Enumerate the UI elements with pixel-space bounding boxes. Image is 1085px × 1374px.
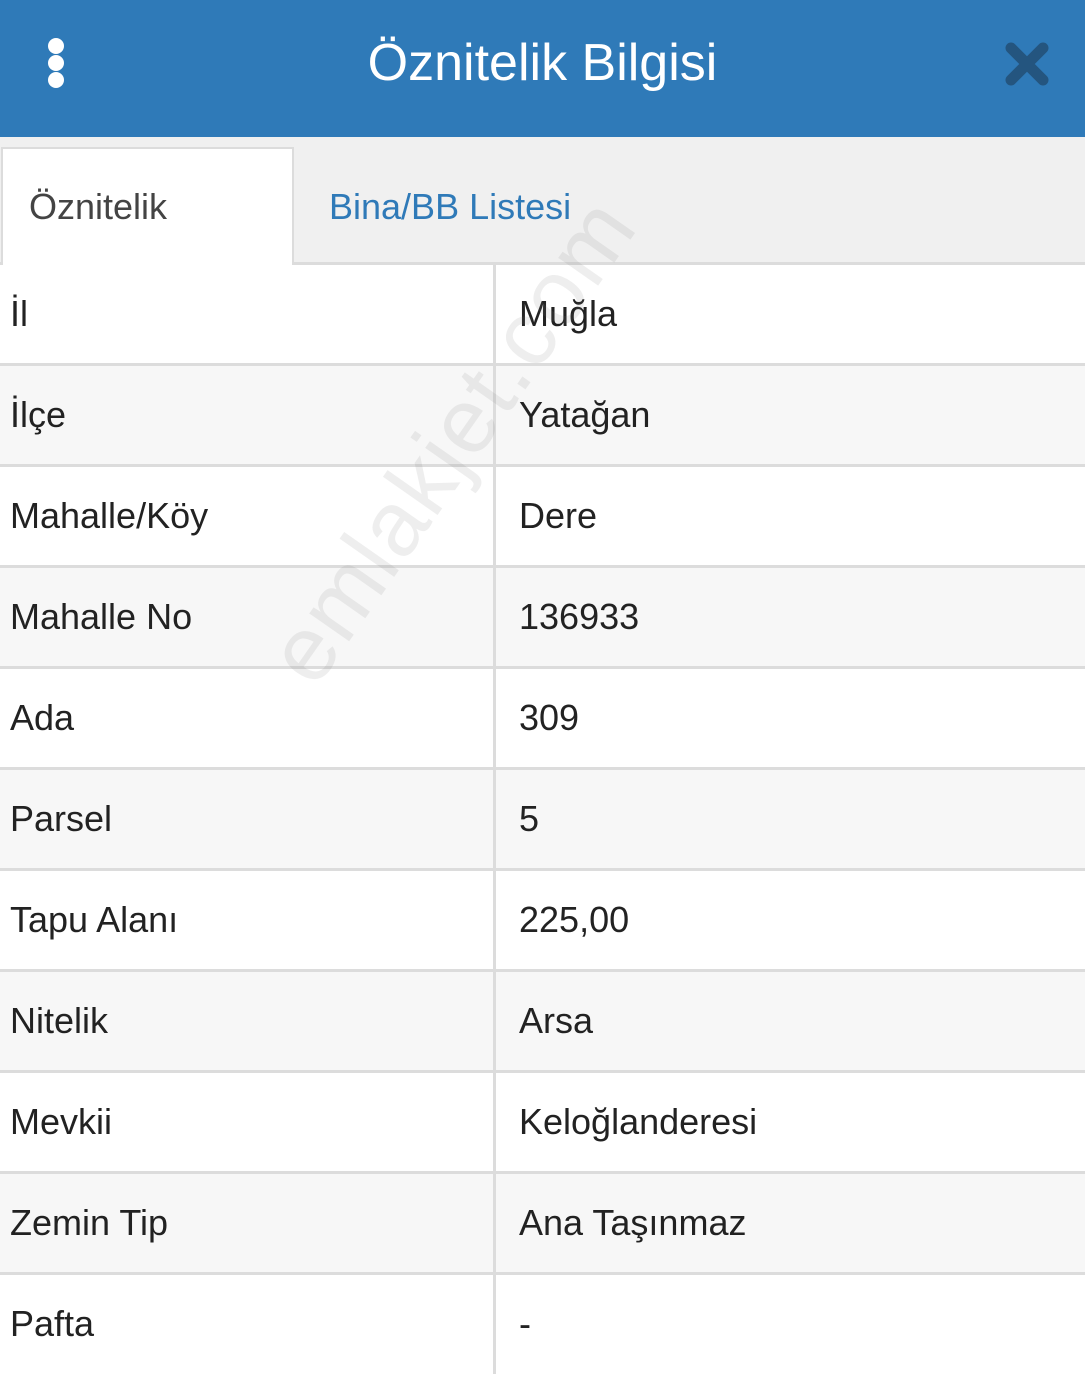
column-divider: [493, 366, 496, 467]
close-icon[interactable]: [1003, 40, 1051, 88]
table-row: Parsel 5: [0, 770, 1085, 871]
row-value: -: [519, 1303, 531, 1344]
table-row: Mahalle No 136933: [0, 568, 1085, 669]
table-row: İl Muğla: [0, 265, 1085, 366]
row-label: Nitelik: [10, 1000, 109, 1041]
row-label: İlçe: [10, 394, 67, 435]
row-label: Pafta: [10, 1303, 95, 1344]
column-divider: [493, 770, 496, 871]
column-divider: [493, 1073, 496, 1174]
column-divider: [493, 568, 496, 669]
tab-oznitelik-bilgisi[interactable]: Öznitelik Bilgisi: [1, 147, 294, 343]
column-divider: [493, 1275, 496, 1374]
column-divider: [493, 871, 496, 972]
row-value: Ana Taşınmaz: [519, 1202, 747, 1243]
row-label: Ada: [10, 697, 75, 738]
row-label: Tapu Alanı: [10, 899, 179, 940]
column-divider: [493, 467, 496, 568]
table-row: Ada 309: [0, 669, 1085, 770]
row-label: Parsel: [10, 798, 113, 839]
row-value: Arsa: [519, 1000, 594, 1041]
row-label: Zemin Tip: [10, 1202, 169, 1243]
tab-bina-bb-listesi[interactable]: Bina/BB Listesi: [303, 149, 597, 265]
row-label: Mevkii: [10, 1101, 113, 1142]
row-value: 309: [519, 697, 580, 738]
attribute-table: İl Muğla İlçe Yatağan Mahalle/Köy Dere M…: [0, 265, 1085, 1374]
column-divider: [493, 669, 496, 770]
column-divider: [493, 972, 496, 1073]
row-value: 225,00: [519, 899, 630, 940]
row-label: Mahalle No: [10, 596, 193, 637]
table-row: Tapu Alanı 225,00: [0, 871, 1085, 972]
row-value: Dere: [519, 495, 598, 536]
row-value: Yatağan: [519, 394, 651, 435]
column-divider: [493, 1174, 496, 1275]
table-row: Mevkii Keloğlanderesi: [0, 1073, 1085, 1174]
row-label: Mahalle/Köy: [10, 495, 209, 536]
table-row: Zemin Tip Ana Taşınmaz: [0, 1174, 1085, 1275]
tab-bar: Öznitelik Bilgisi Bina/BB Listesi: [0, 137, 1085, 343]
app-header: Öznitelik Bilgisi: [0, 0, 1085, 137]
row-value: Muğla: [519, 293, 618, 334]
row-value: 5: [519, 798, 540, 839]
table-row: İlçe Yatağan: [0, 366, 1085, 467]
row-label: İl: [10, 293, 28, 334]
column-divider: [493, 265, 496, 366]
page-title: Öznitelik Bilgisi: [367, 34, 718, 92]
row-value: Keloğlanderesi: [519, 1101, 758, 1142]
row-value: 136933: [519, 596, 640, 637]
table-row: Nitelik Arsa: [0, 972, 1085, 1073]
table-row: Mahalle/Köy Dere: [0, 467, 1085, 568]
